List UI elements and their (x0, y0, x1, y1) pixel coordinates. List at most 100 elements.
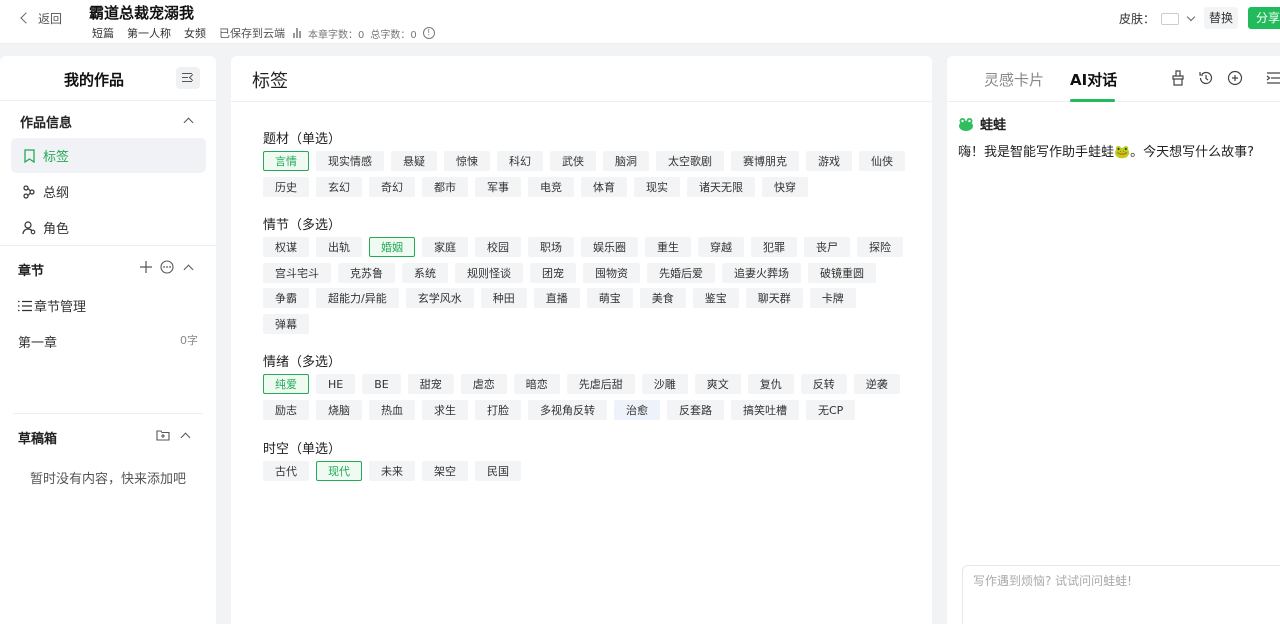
tag-chip[interactable]: 甜宠 (407, 374, 454, 394)
tag-chip[interactable]: 现实情感 (316, 151, 384, 171)
add-chapter-icon[interactable] (140, 261, 152, 273)
tag-chip[interactable]: 科幻 (497, 151, 543, 171)
chapter-manage-item[interactable]: 章节管理 (18, 296, 86, 315)
tag-chip[interactable]: 卡牌 (809, 288, 856, 308)
tag-chip[interactable]: 悬疑 (391, 151, 437, 171)
tag-chip[interactable]: 权谋 (263, 237, 309, 257)
tag-chip[interactable]: 未来 (369, 461, 415, 481)
tag-chip[interactable]: 民国 (475, 461, 521, 481)
tag-chip[interactable]: 重生 (645, 237, 691, 257)
tag-chip[interactable]: 打脸 (475, 399, 521, 420)
tag-chip[interactable]: 犯罪 (751, 237, 797, 257)
tag-chip[interactable]: 励志 (263, 399, 309, 420)
tag-chip[interactable]: 囤物资 (583, 262, 640, 283)
tag-chip[interactable]: 破镜重圆 (808, 262, 876, 283)
tag-chip[interactable]: 穿越 (698, 237, 744, 257)
tag-chip[interactable]: 快穿 (762, 176, 808, 197)
tag-chip[interactable]: 丧尸 (804, 237, 850, 257)
chevron-up-icon[interactable] (183, 264, 194, 275)
tag-chip[interactable]: 复仇 (747, 374, 794, 394)
more-icon[interactable] (160, 260, 174, 274)
tag-chip[interactable]: 军事 (475, 176, 521, 197)
tag-chip[interactable]: 超能力/异能 (316, 288, 399, 308)
tag-chip[interactable]: 古代 (263, 461, 309, 481)
tag-chip[interactable]: 先虐后甜 (566, 374, 635, 394)
tag-chip[interactable]: 现实 (634, 176, 680, 197)
tag-chip[interactable]: 萌宝 (586, 288, 633, 308)
tag-chip[interactable]: 校园 (475, 237, 521, 257)
tag-chip[interactable]: 团宠 (530, 262, 576, 283)
tag-chip[interactable]: 追妻火葬场 (722, 262, 801, 283)
tag-chip[interactable]: 虐恋 (460, 374, 507, 394)
tag-chip[interactable]: 反转 (800, 374, 847, 394)
tag-chip[interactable]: 现代 (316, 461, 362, 481)
tag-chip[interactable]: 游戏 (806, 151, 852, 171)
chevron-up-icon[interactable] (183, 117, 194, 128)
tag-chip[interactable]: 聊天群 (745, 288, 803, 308)
tag-chip[interactable]: 暗恋 (513, 374, 560, 394)
tag-chip[interactable]: 架空 (422, 461, 468, 481)
tag-chip[interactable]: 沙雕 (641, 374, 688, 394)
brush-icon[interactable] (1170, 70, 1186, 86)
tag-chip[interactable]: 弹幕 (263, 313, 309, 334)
tag-chip[interactable]: 纯爱 (263, 374, 309, 394)
sidebar-item-outline[interactable]: 总纲 (11, 174, 206, 209)
tag-chip[interactable]: 诸天无限 (687, 176, 755, 197)
tag-chip[interactable]: 种田 (480, 288, 527, 308)
replace-button[interactable]: 替换 (1204, 7, 1238, 29)
tag-chip[interactable]: BE (362, 374, 401, 394)
sidebar-item-tags[interactable]: 标签 (11, 138, 206, 173)
chapter-item[interactable]: 第一章 0字 (18, 332, 198, 351)
chevron-up-icon[interactable] (180, 432, 191, 443)
tag-chip[interactable]: 脑洞 (603, 151, 649, 171)
tag-chip[interactable]: 系统 (402, 262, 448, 283)
add-draft-icon[interactable] (156, 429, 170, 441)
tag-chip[interactable]: HE (316, 374, 356, 394)
tag-chip[interactable]: 奇幻 (369, 176, 415, 197)
tag-chip[interactable]: 出轨 (316, 237, 362, 257)
tab-ai-chat[interactable]: AI对话 (1070, 69, 1117, 90)
tag-chip[interactable]: 逆袭 (853, 374, 900, 394)
tag-chip[interactable]: 烧脑 (316, 399, 362, 420)
tag-chip[interactable]: 美食 (639, 288, 686, 308)
tag-chip[interactable]: 家庭 (422, 237, 468, 257)
tag-chip[interactable]: 规则怪谈 (455, 262, 523, 283)
tag-chip[interactable]: 探险 (857, 237, 903, 257)
skin-selector[interactable]: 皮肤： (1119, 10, 1196, 27)
tag-chip[interactable]: 历史 (263, 176, 309, 197)
tag-chip[interactable]: 鉴宝 (692, 288, 739, 308)
tag-chip[interactable]: 争霸 (263, 288, 309, 308)
back-button[interactable]: 返回 (18, 9, 62, 27)
tag-chip[interactable]: 治愈 (614, 399, 660, 420)
tag-chip[interactable]: 无CP (806, 399, 856, 420)
tag-chip[interactable]: 职场 (528, 237, 574, 257)
tag-chip[interactable]: 体育 (581, 176, 627, 197)
collapse-sidebar-icon[interactable] (176, 67, 200, 89)
info-icon[interactable]: ! (422, 27, 435, 39)
tag-chip[interactable]: 言情 (263, 151, 309, 171)
tag-chip[interactable]: 武侠 (550, 151, 596, 171)
tag-chip[interactable]: 搞笑吐槽 (731, 399, 799, 420)
share-button[interactable]: 分享 (1248, 7, 1280, 29)
history-icon[interactable] (1198, 70, 1214, 86)
tag-chip[interactable]: 直播 (533, 288, 580, 308)
chat-input-box[interactable] (962, 565, 1280, 624)
tag-chip[interactable]: 太空歌剧 (656, 151, 724, 171)
tag-chip[interactable]: 赛博朋克 (731, 151, 799, 171)
tag-chip[interactable]: 克苏鲁 (338, 262, 395, 283)
tag-chip[interactable]: 娱乐圈 (581, 237, 638, 257)
tag-chip[interactable]: 多视角反转 (528, 399, 607, 420)
tag-chip[interactable]: 惊悚 (444, 151, 490, 171)
chat-input[interactable] (973, 574, 1273, 588)
tab-inspiration-cards[interactable]: 灵感卡片 (984, 69, 1044, 90)
tag-chip[interactable]: 都市 (422, 176, 468, 197)
tag-chip[interactable]: 仙侠 (859, 151, 905, 171)
tag-chip[interactable]: 玄学风水 (405, 288, 474, 308)
tag-chip[interactable]: 反套路 (667, 399, 724, 420)
new-chat-icon[interactable] (1227, 70, 1243, 86)
tag-chip[interactable]: 爽文 (694, 374, 741, 394)
tag-chip[interactable]: 先婚后爱 (647, 262, 715, 283)
tag-chip[interactable]: 宫斗宅斗 (263, 262, 331, 283)
tag-chip[interactable]: 热血 (369, 399, 415, 420)
tag-chip[interactable]: 求生 (422, 399, 468, 420)
